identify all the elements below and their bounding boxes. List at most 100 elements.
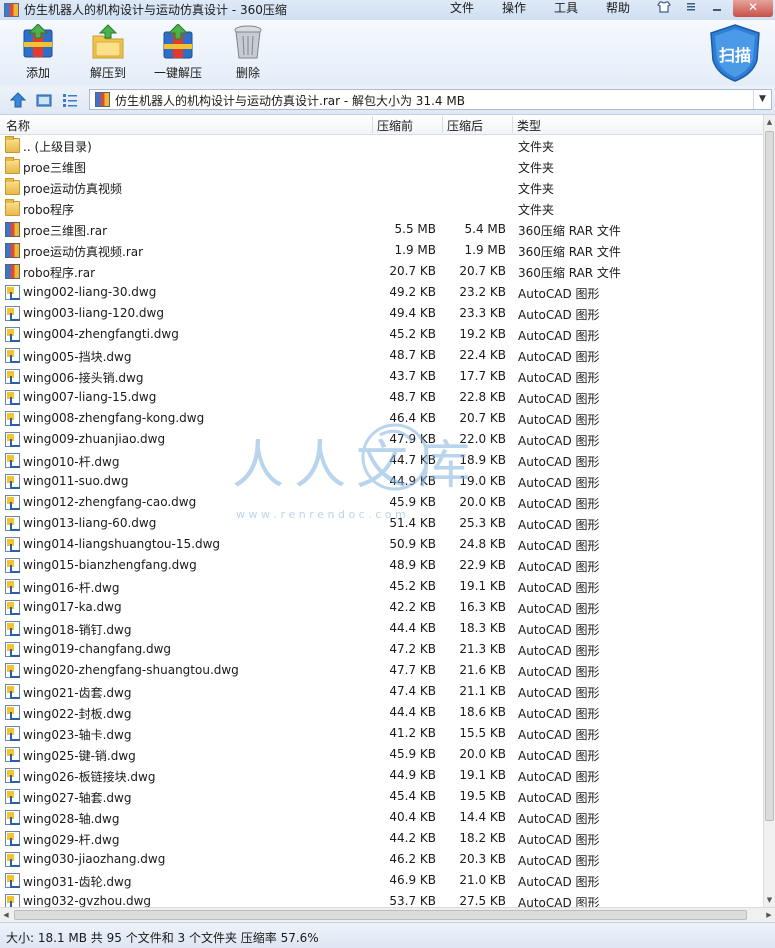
col-original-size[interactable]: 压缩前 [377, 117, 413, 134]
vertical-scroll-thumb[interactable] [765, 131, 774, 821]
file-row[interactable]: proe运动仿真视频.rar 1.9 MB 1.9 MB 360压缩 RAR 文件 [0, 240, 763, 261]
file-row[interactable]: wing027-轴套.dwg 45.4 KB 19.5 KB AutoCAD 图形 [0, 786, 763, 807]
file-name: proe运动仿真视频 [23, 182, 123, 196]
file-type: AutoCAD 图形 [518, 287, 600, 301]
file-type: AutoCAD 图形 [518, 749, 600, 763]
file-name: wing019-changfang.dwg [23, 642, 172, 656]
menu-operate[interactable]: 操作 [502, 0, 526, 18]
file-row[interactable]: wing030-jiaozhang.dwg 46.2 KB 20.3 KB AutoC… [0, 849, 763, 870]
file-type: AutoCAD 图形 [518, 392, 600, 406]
vertical-scrollbar[interactable]: ▲ ▼ [763, 115, 775, 907]
status-text: 大小: 18.1 MB 共 95 个文件和 3 个文件夹 压缩率 57.6% [6, 931, 319, 945]
horizontal-scroll-thumb[interactable] [14, 910, 747, 920]
one-click-extract-label: 一键解压 [153, 66, 202, 80]
file-row[interactable]: wing013-liang-60.dwg 51.4 KB 25.3 KB AutoCA… [0, 513, 763, 534]
menu-help[interactable]: 帮助 [606, 0, 630, 18]
col-compressed-size[interactable]: 压缩后 [447, 117, 483, 134]
dwg-icon [5, 327, 20, 342]
file-row[interactable]: wing008-zhengfang-kong.dwg 46.4 KB 20.7 KB… [0, 408, 763, 429]
original-size: 46.4 KB [389, 411, 436, 425]
file-row[interactable]: wing003-liang-120.dwg 49.4 KB 23.3 KB AutoC… [0, 303, 763, 324]
menu-file[interactable]: 文件 [450, 0, 474, 18]
file-row[interactable]: wing014-liangshuangtou-15.dwg 50.9 KB 24.8… [0, 534, 763, 555]
up-arrow-icon[interactable] [9, 92, 27, 108]
add-label: 添加 [25, 66, 50, 80]
file-row[interactable]: wing016-杆.dwg 45.2 KB 19.1 KB AutoCAD 图形 [0, 576, 763, 597]
file-row[interactable]: wing032-gvzhou.dwg 53.7 KB 27.5 KB AutoCAD … [0, 891, 763, 907]
file-row[interactable]: proe三维图.rar 5.5 MB 5.4 MB 360压缩 RAR 文件 [0, 219, 763, 240]
path-input[interactable]: 仿生机器人的机构设计与运动仿真设计.rar - 解包大小为 31.4 MB ▼ [89, 89, 772, 110]
folder-icon [5, 178, 20, 195]
file-row[interactable]: proe三维图 文件夹 [0, 156, 763, 177]
col-type[interactable]: 类型 [517, 117, 541, 134]
file-row[interactable]: wing007-liang-15.dwg 48.7 KB 22.8 KB AutoCA… [0, 387, 763, 408]
file-list: .. (上级目录) 文件夹 proe三维图 文件夹 proe运动仿真视频 文件夹 robo程… [0, 135, 763, 907]
file-row[interactable]: wing015-bianzhengfang.dwg 48.9 KB 22.9 KB A… [0, 555, 763, 576]
one-click-extract-button[interactable]: 一键解压 [148, 23, 208, 81]
file-name: wing006-接头销.dwg [23, 371, 144, 385]
file-row[interactable]: wing012-zhengfang-cao.dwg 45.9 KB 20.0 KB A… [0, 492, 763, 513]
compressed-size: 19.2 KB [459, 327, 506, 341]
original-size: 44.2 KB [389, 831, 436, 845]
file-row[interactable]: wing006-接头销.dwg 43.7 KB 17.7 KB AutoCAD 图形 [0, 366, 763, 387]
thumbnail-view-icon[interactable] [36, 92, 52, 108]
file-row[interactable]: wing025-键-销.dwg 45.9 KB 20.0 KB AutoCAD 图形 [0, 744, 763, 765]
file-row[interactable]: wing019-changfang.dwg 47.2 KB 21.3 KB AutoC… [0, 639, 763, 660]
app-icon [4, 3, 19, 17]
col-name[interactable]: 名称 [6, 117, 30, 134]
file-row[interactable]: wing029-杆.dwg 44.2 KB 18.2 KB AutoCAD 图形 [0, 828, 763, 849]
file-row[interactable]: wing017-ka.dwg 42.2 KB 16.3 KB AutoCAD 图形 [0, 597, 763, 618]
scan-button[interactable]: 扫描 [709, 24, 761, 82]
file-row[interactable]: .. (上级目录) 文件夹 [0, 135, 763, 156]
scroll-down-icon[interactable]: ▼ [764, 893, 775, 907]
file-row[interactable]: wing022-封板.dwg 44.4 KB 18.6 KB AutoCAD 图形 [0, 702, 763, 723]
file-row[interactable]: wing023-轴卡.dwg 41.2 KB 15.5 KB AutoCAD 图形 [0, 723, 763, 744]
dwg-icon [5, 621, 20, 636]
scroll-left-icon[interactable]: ◀ [0, 908, 12, 922]
file-row[interactable]: wing018-销钉.dwg 44.4 KB 18.3 KB AutoCAD 图形 [0, 618, 763, 639]
menu-tools[interactable]: 工具 [554, 0, 578, 18]
file-type: 360压缩 RAR 文件 [518, 245, 621, 259]
file-row[interactable]: wing002-liang-30.dwg 49.2 KB 23.2 KB AutoCA… [0, 282, 763, 303]
file-type: AutoCAD 图形 [518, 497, 600, 511]
delete-button[interactable]: 删除 [218, 24, 278, 81]
extract-to-button[interactable]: 解压到 [78, 24, 138, 81]
compressed-size: 19.1 KB [459, 579, 506, 593]
file-row[interactable]: robo程序 文件夹 [0, 198, 763, 219]
file-row[interactable]: wing021-齿套.dwg 47.4 KB 21.1 KB AutoCAD 图形 [0, 681, 763, 702]
close-icon[interactable]: ✕ [733, 0, 773, 17]
compressed-size: 5.4 MB [464, 222, 506, 236]
original-size: 50.9 KB [389, 537, 436, 551]
original-size: 44.9 KB [389, 474, 436, 488]
original-size: 20.7 KB [389, 264, 436, 278]
file-row[interactable]: wing010-杆.dwg 44.7 KB 18.9 KB AutoCAD 图形 [0, 450, 763, 471]
menu-dropdown-icon[interactable] [678, 0, 704, 16]
file-row[interactable]: wing028-轴.dwg 40.4 KB 14.4 KB AutoCAD 图形 [0, 807, 763, 828]
original-size: 47.4 KB [389, 684, 436, 698]
file-row[interactable]: wing020-zhengfang-shuangtou.dwg 47.7 KB 21… [0, 660, 763, 681]
compressed-size: 27.5 KB [459, 894, 506, 907]
file-row[interactable]: robo程序.rar 20.7 KB 20.7 KB 360压缩 RAR 文件 [0, 261, 763, 282]
dwg-icon [5, 453, 20, 468]
compressed-size: 18.3 KB [459, 621, 506, 635]
file-name: wing028-轴.dwg [23, 812, 120, 826]
add-button[interactable]: 添加 [8, 23, 68, 81]
path-dropdown-icon[interactable]: ▼ [753, 90, 771, 109]
file-row[interactable]: proe运动仿真视频 文件夹 [0, 177, 763, 198]
file-name: wing026-板链接块.dwg [23, 770, 156, 784]
file-row[interactable]: wing026-板链接块.dwg 44.9 KB 19.1 KB AutoCAD 图形 [0, 765, 763, 786]
title-bar: 仿生机器人的机构设计与运动仿真设计 - 360压缩 文件 操作 工具 帮助 ✕ [0, 0, 775, 21]
original-size: 46.9 KB [389, 873, 436, 887]
scroll-right-icon[interactable]: ▶ [763, 908, 775, 922]
scroll-up-icon[interactable]: ▲ [764, 115, 775, 129]
file-row[interactable]: wing009-zhuanjiao.dwg 47.9 KB 22.0 KB AutoC… [0, 429, 763, 450]
dwg-icon [5, 684, 20, 699]
file-row[interactable]: wing005-挡块.dwg 48.7 KB 22.4 KB AutoCAD 图形 [0, 345, 763, 366]
skin-icon[interactable] [651, 0, 677, 16]
file-row[interactable]: wing004-zhengfangti.dwg 45.2 KB 19.2 KB Aut… [0, 324, 763, 345]
horizontal-scrollbar[interactable]: ◀ ▶ [0, 907, 775, 922]
list-view-icon[interactable] [62, 92, 78, 108]
file-row[interactable]: wing031-齿轮.dwg 46.9 KB 21.0 KB AutoCAD 图形 [0, 870, 763, 891]
file-row[interactable]: wing011-suo.dwg 44.9 KB 19.0 KB AutoCAD 图形 [0, 471, 763, 492]
compressed-size: 20.0 KB [459, 747, 506, 761]
